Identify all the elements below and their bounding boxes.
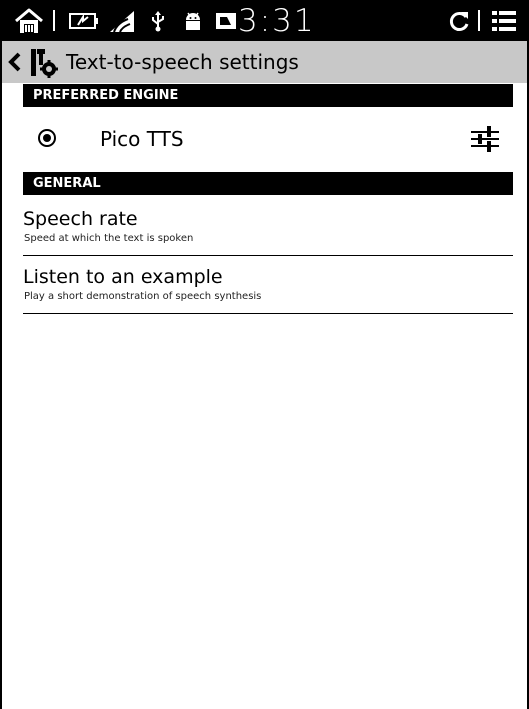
page-title: Text-to-speech settings <box>66 50 299 74</box>
home-icon[interactable] <box>12 0 46 41</box>
usb-icon <box>148 0 168 41</box>
pref-subtitle: Speed at which the text is spoken <box>24 233 194 244</box>
battery-charging-icon <box>67 0 101 41</box>
pref-speech-rate[interactable]: Speech rate Speed at which the text is s… <box>23 197 513 256</box>
android-icon <box>180 0 206 41</box>
section-header-preferred-engine: PREFERRED ENGINE <box>23 84 513 107</box>
pref-listen-example[interactable]: Listen to an example Play a short demons… <box>23 255 513 314</box>
sliders-icon[interactable] <box>470 125 500 153</box>
screen-edge-left <box>0 0 2 709</box>
back-chevron-icon <box>8 52 21 72</box>
action-bar: Text-to-speech settings <box>0 41 529 83</box>
engine-option-pico-tts[interactable]: Pico TTS <box>23 107 513 171</box>
back-button[interactable] <box>4 41 60 83</box>
screen: 3:31 Text-to-speech settings PREFERRED E… <box>0 0 529 709</box>
status-separator <box>478 10 480 31</box>
status-bar: 3:31 <box>0 0 529 41</box>
pref-title: Speech rate <box>23 208 138 230</box>
wifi-signal-icon <box>106 0 138 41</box>
refresh-icon[interactable] <box>445 0 473 41</box>
menu-icon[interactable] <box>488 0 520 41</box>
pref-subtitle: Play a short demonstration of speech syn… <box>24 291 262 302</box>
status-clock: 3:31 <box>238 3 316 39</box>
settings-tools-icon <box>31 49 58 78</box>
status-separator <box>53 10 55 31</box>
engine-name: Pico TTS <box>100 127 184 151</box>
section-header-general: GENERAL <box>23 172 513 195</box>
storage-icon <box>213 0 239 41</box>
radio-selected-icon[interactable] <box>38 129 56 147</box>
pref-title: Listen to an example <box>23 266 223 288</box>
